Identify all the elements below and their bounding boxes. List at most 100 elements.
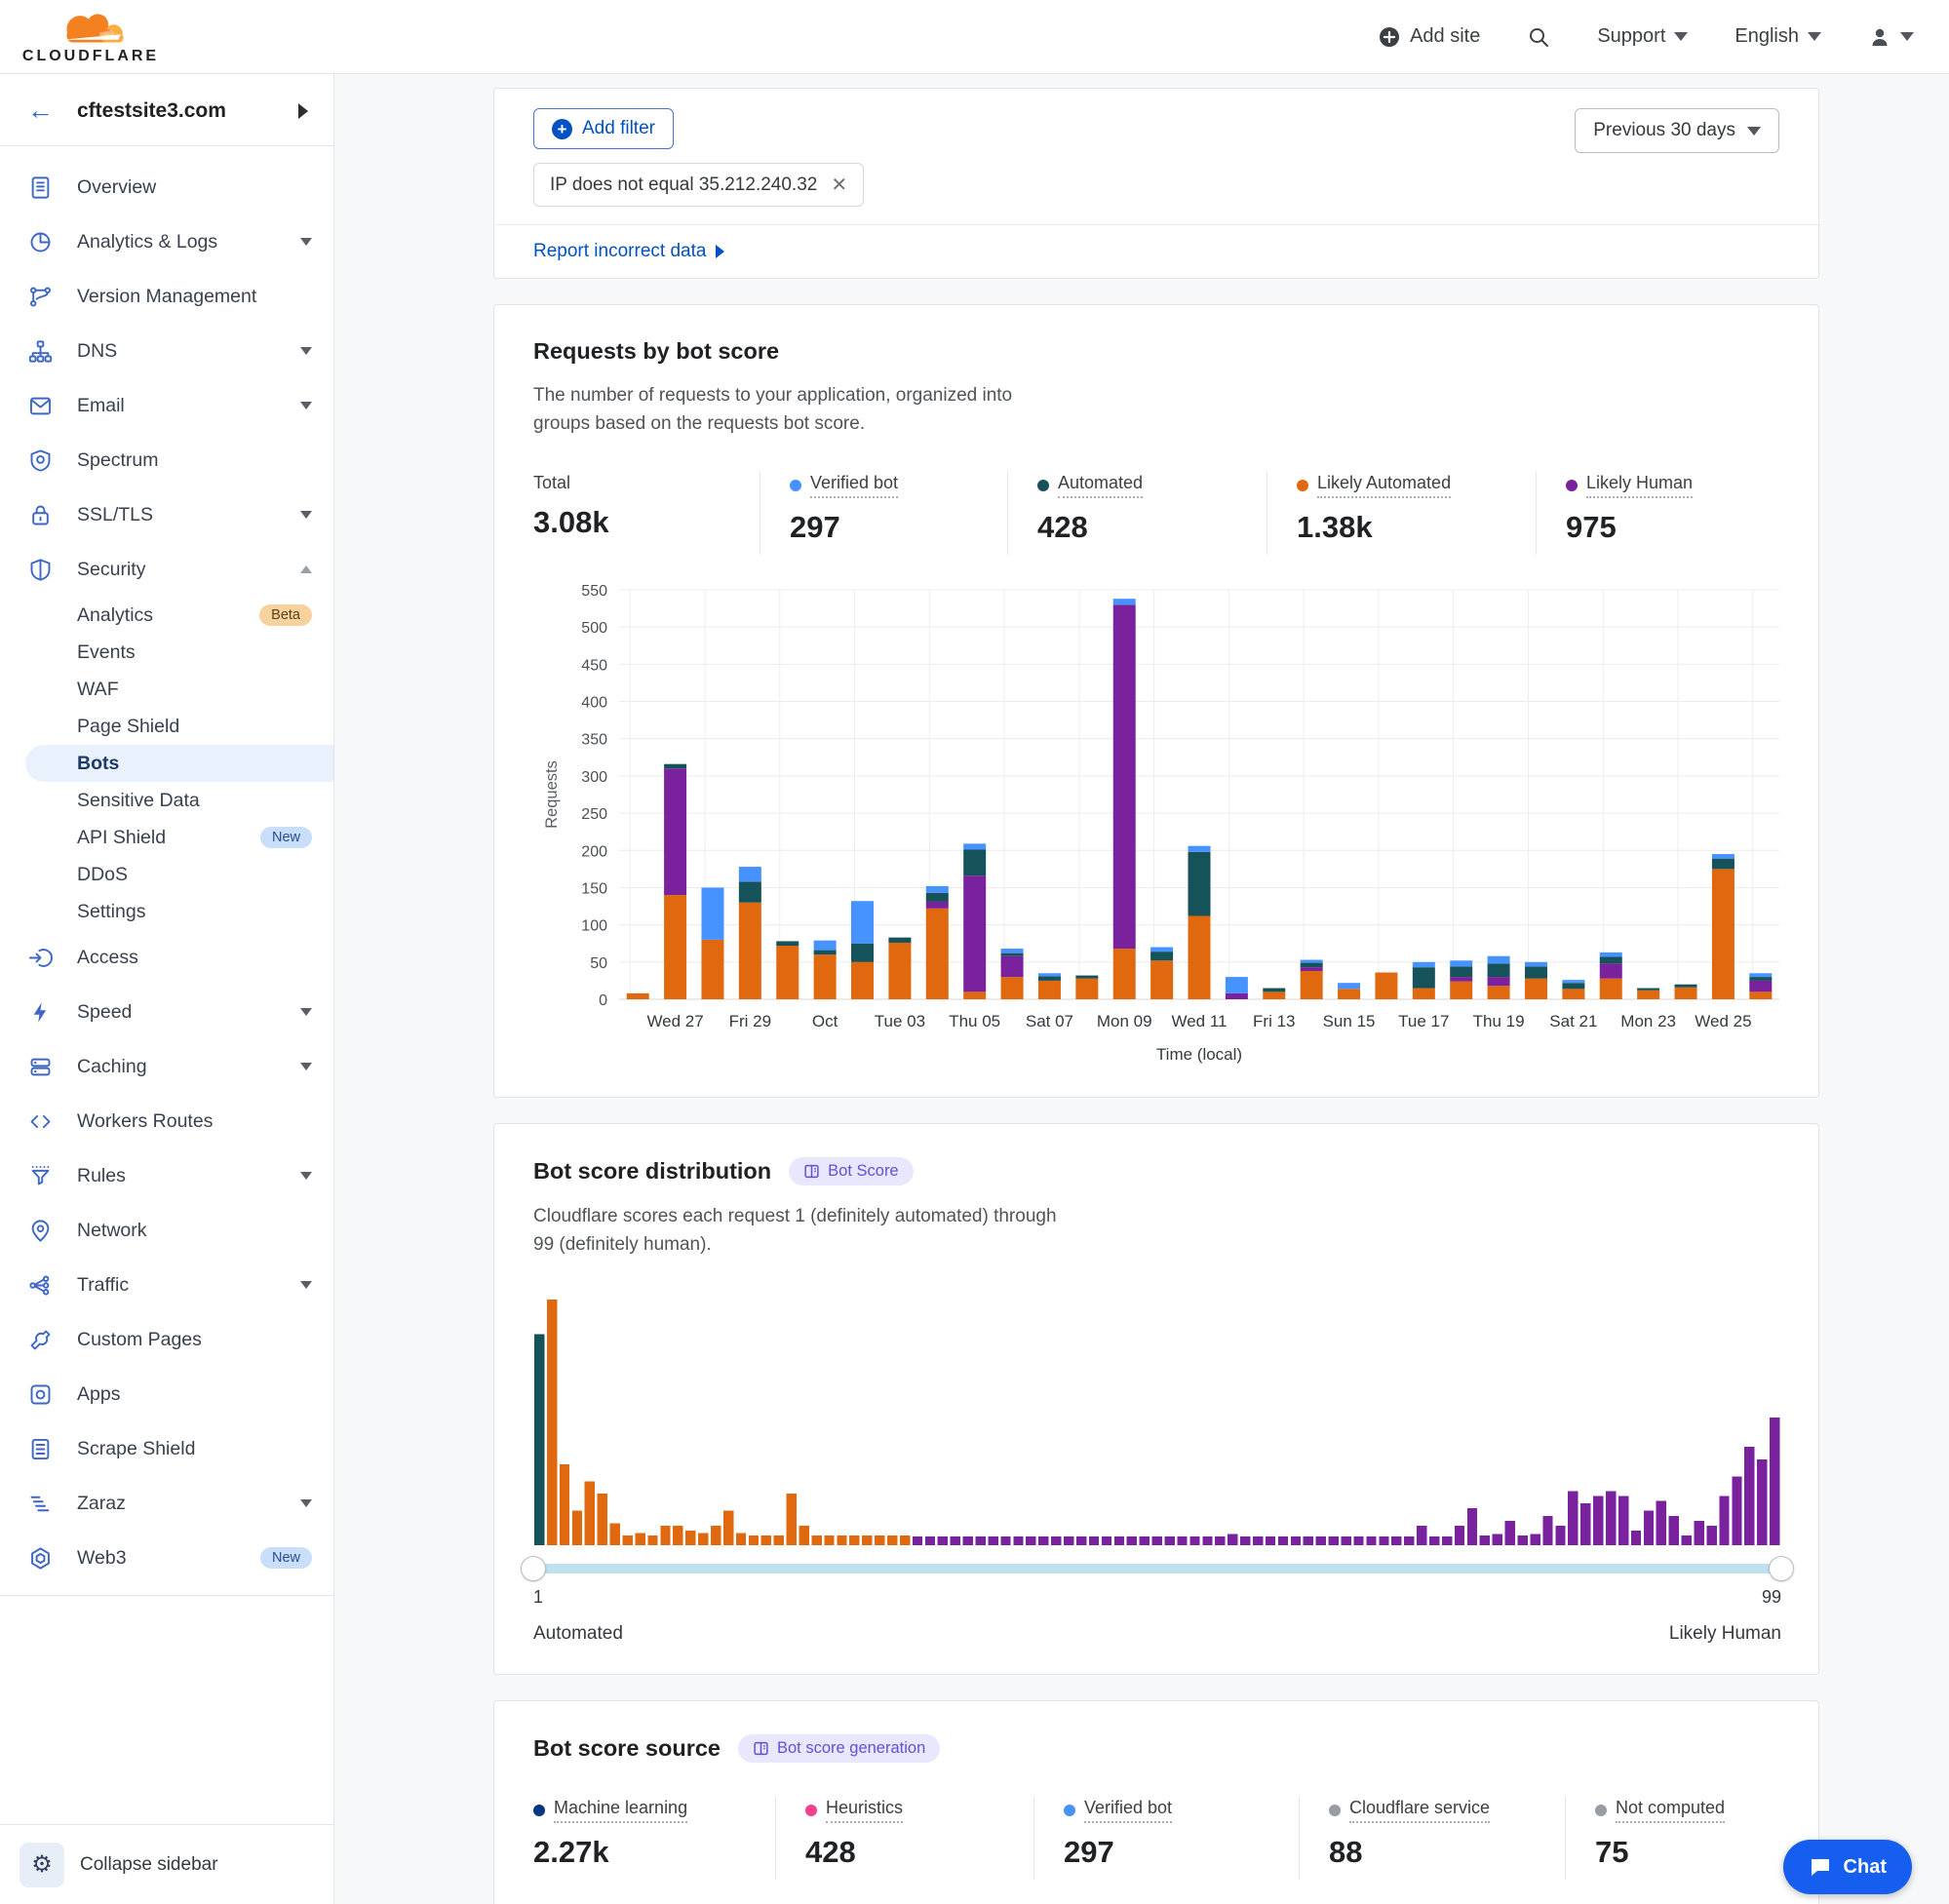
sidebar-item-label: SSL/TLS (77, 504, 300, 526)
sidebar-item-page-shield[interactable]: Page Shield (0, 708, 333, 745)
stat-label[interactable]: Not computed (1595, 1798, 1725, 1823)
version-icon (27, 284, 54, 310)
sidebar-item-label: Scrape Shield (77, 1438, 312, 1460)
topnav: Add site Support English (1378, 25, 1914, 49)
account-menu[interactable] (1868, 25, 1914, 49)
sidebar-item-label: Access (77, 947, 312, 969)
sidebar-item-custom-pages[interactable]: Custom Pages (0, 1312, 333, 1367)
slider-handle-max[interactable] (1769, 1556, 1794, 1581)
svg-text:Sun 15: Sun 15 (1323, 1012, 1376, 1030)
search-button[interactable] (1527, 25, 1550, 49)
stat-label[interactable]: Verified bot (1064, 1798, 1172, 1823)
sidebar-item-zaraz[interactable]: Zaraz (0, 1476, 333, 1531)
sidebar-item-label: Analytics (77, 604, 248, 627)
sidebar-item-web3[interactable]: Web3New (0, 1531, 333, 1585)
stat-value: 1.38k (1297, 510, 1536, 545)
svg-text:Oct: Oct (812, 1012, 838, 1030)
sidebar-item-apps[interactable]: Apps (0, 1367, 333, 1421)
report-incorrect-data-link[interactable]: Report incorrect data (533, 241, 706, 262)
sidebar-item-security[interactable]: Security (0, 542, 333, 597)
svg-text:Fri 13: Fri 13 (1253, 1012, 1295, 1030)
add-filter-button[interactable]: + Add filter (533, 108, 674, 149)
bot-score-badge[interactable]: Bot Score (789, 1157, 913, 1185)
stat-label[interactable]: Machine learning (533, 1798, 687, 1823)
sidebar-item-ddos[interactable]: DDoS (0, 856, 333, 893)
sidebar-item-scrape-shield[interactable]: Scrape Shield (0, 1421, 333, 1476)
stat-value: 88 (1329, 1835, 1565, 1870)
language-menu[interactable]: English (1735, 25, 1821, 48)
requests-by-bot-score-card: Requests by bot score The number of requ… (493, 304, 1819, 1098)
support-menu[interactable]: Support (1597, 25, 1688, 48)
sidebar-item-analytics[interactable]: AnalyticsBeta (0, 597, 333, 634)
topbar: CLOUDFLARE Add site Support English (0, 0, 1949, 74)
speed-icon (27, 999, 54, 1026)
sidebar-item-api-shield[interactable]: API ShieldNew (0, 819, 333, 856)
sidebar-item-caching[interactable]: Caching (0, 1039, 333, 1094)
sidebar-item-email[interactable]: Email (0, 378, 333, 433)
stat-label[interactable]: Cloudflare service (1329, 1798, 1490, 1823)
sidebar-item-ssl-tls[interactable]: SSL/TLS (0, 487, 333, 542)
stat-label[interactable]: Likely Automated (1297, 473, 1451, 498)
sidebar-item-dns[interactable]: DNS (0, 324, 333, 378)
sidebar-item-label: Settings (77, 901, 312, 923)
svg-text:250: 250 (581, 806, 607, 823)
slider-track[interactable] (533, 1564, 1781, 1574)
sidebar-item-workers-routes[interactable]: Workers Routes (0, 1094, 333, 1148)
likely-human-label: Likely Human (1669, 1623, 1781, 1645)
dns-icon (27, 338, 54, 365)
sidebar-item-speed[interactable]: Speed (0, 985, 333, 1039)
stat-machine-learning: Machine learning 2.27k (533, 1796, 775, 1880)
svg-text:150: 150 (581, 880, 607, 897)
sidebar-item-events[interactable]: Events (0, 634, 333, 671)
sidebar-item-label: Workers Routes (77, 1110, 312, 1133)
stat-cloudflare-service: Cloudflare service 88 (1299, 1796, 1565, 1880)
close-icon[interactable]: ✕ (831, 173, 847, 197)
stat-label[interactable]: Automated (1037, 473, 1143, 498)
sidebar-item-rules[interactable]: Rules (0, 1148, 333, 1203)
stat-verified-bot: Verified bot 297 (760, 471, 1007, 555)
sidebar-item-overview[interactable]: Overview (0, 160, 333, 214)
sidebar-item-analytics-logs[interactable]: Analytics & Logs (0, 214, 333, 269)
cloudflare-logo[interactable]: CLOUDFLARE (21, 8, 160, 65)
svg-text:Sat 07: Sat 07 (1026, 1012, 1073, 1030)
chevron-right-icon[interactable] (298, 103, 308, 119)
sidebar-item-label: Bots (77, 753, 312, 775)
section-title: Bot score source (533, 1735, 721, 1762)
stat-label[interactable]: Verified bot (790, 473, 898, 498)
sidebar-item-traffic[interactable]: Traffic (0, 1258, 333, 1312)
caching-icon (27, 1054, 54, 1080)
collapse-sidebar-button[interactable]: Collapse sidebar (80, 1854, 218, 1876)
chat-button[interactable]: Chat (1783, 1840, 1912, 1894)
back-arrow-icon[interactable]: ← (27, 97, 54, 124)
stat-value: 428 (805, 1835, 1033, 1870)
svg-text:200: 200 (581, 843, 607, 860)
gear-icon[interactable]: ⚙ (19, 1843, 64, 1887)
network-icon (27, 1218, 54, 1244)
sidebar-item-waf[interactable]: WAF (0, 671, 333, 708)
sidebar-item-bots[interactable]: Bots (25, 745, 333, 782)
stat-value: 975 (1566, 510, 1779, 545)
sidebar-item-network[interactable]: Network (0, 1203, 333, 1258)
requests-stats-row: Total 3.08kVerified bot 297Automated 428… (533, 471, 1779, 555)
bot-score-source-card: Bot score source Bot score generation Ma… (493, 1700, 1819, 1904)
sidebar-item-settings[interactable]: Settings (0, 893, 333, 930)
svg-text:100: 100 (581, 918, 607, 935)
sidebar-item-sensitive-data[interactable]: Sensitive Data (0, 782, 333, 819)
slider-handle-min[interactable] (521, 1556, 546, 1581)
sidebar-item-spectrum[interactable]: Spectrum (0, 433, 333, 487)
stat-label[interactable]: Likely Human (1566, 473, 1693, 498)
sidebar-item-label: Zaraz (77, 1493, 300, 1515)
filter-chip[interactable]: IP does not equal 35.212.240.32 ✕ (533, 163, 864, 207)
svg-text:Time (local): Time (local) (1156, 1045, 1242, 1064)
sidebar-item-access[interactable]: Access (0, 930, 333, 985)
bot-score-generation-badge[interactable]: Bot score generation (738, 1734, 940, 1763)
sidebar-item-label: Page Shield (77, 716, 312, 738)
section-title: Requests by bot score (533, 338, 779, 365)
scrape-shield-icon (27, 1436, 54, 1462)
date-range-button[interactable]: Previous 30 days (1575, 108, 1779, 153)
sidebar-item-label: Traffic (77, 1274, 300, 1297)
sidebar-item-version-management[interactable]: Version Management (0, 269, 333, 324)
stat-label[interactable]: Heuristics (805, 1798, 903, 1823)
chevron-down-icon (1747, 127, 1761, 136)
add-site-button[interactable]: Add site (1378, 25, 1480, 49)
